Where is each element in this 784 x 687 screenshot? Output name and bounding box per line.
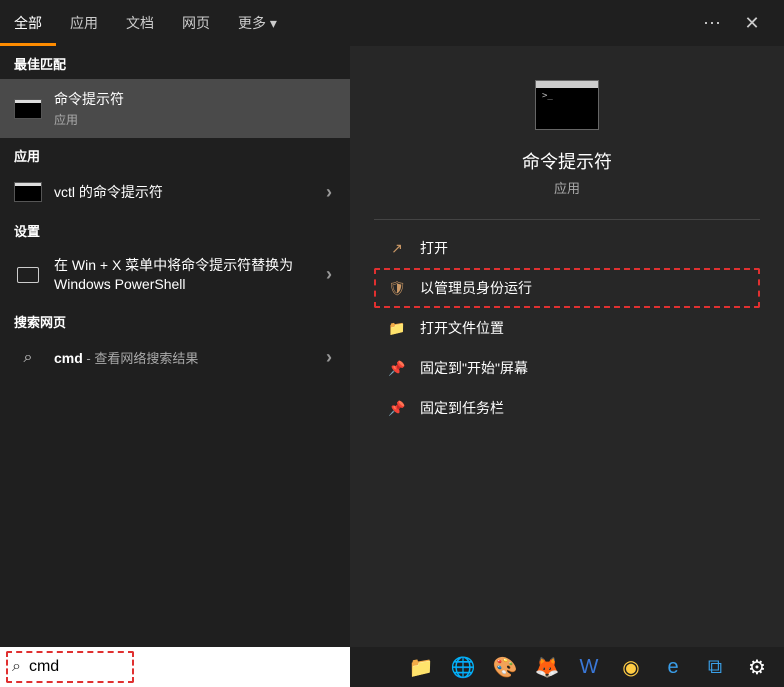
chrome-icon[interactable]: ◉ (614, 650, 648, 684)
action-label: 以管理员身份运行 (420, 278, 532, 298)
tab-documents[interactable]: 文档 (112, 1, 168, 46)
settings-icon[interactable]: ⚙ (740, 650, 774, 684)
file-explorer-icon[interactable]: 📁 (404, 650, 438, 684)
result-title: cmd - 查看网络搜索结果 (54, 348, 336, 367)
result-title: 在 Win + X 菜单中将命令提示符替换为 Windows PowerShel… (54, 256, 336, 294)
result-setting-winx[interactable]: 在 Win + X 菜单中将命令提示符替换为 Windows PowerShel… (0, 246, 350, 304)
action-open[interactable]: ↗ 打开 (374, 228, 760, 268)
close-button[interactable]: ✕ (732, 3, 772, 43)
result-app-vctl[interactable]: vctl 的命令提示符 › (0, 171, 350, 213)
divider (374, 219, 760, 220)
more-options-button[interactable]: ⋯ (692, 3, 732, 43)
setting-icon (14, 264, 42, 286)
section-web: 搜索网页 (0, 304, 350, 337)
result-title: 命令提示符 (54, 89, 336, 109)
taskbar: 📁🌐🎨🦊W◉e⧉⚙ (350, 647, 784, 687)
result-subtitle: 应用 (54, 111, 336, 128)
results-pane: 最佳匹配 命令提示符 应用 应用 vctl 的命令提示符 › 设置 在 Win … (0, 46, 350, 647)
action-list: ↗ 打开 🛡 以管理员身份运行 📁 打开文件位置 📌 固定到"开始"屏幕 📌 固… (374, 228, 760, 428)
paint-icon[interactable]: 🎨 (488, 650, 522, 684)
app-large-icon (535, 80, 599, 130)
chevron-right-icon: › (326, 182, 332, 203)
result-web-cmd[interactable]: ⌕ cmd - 查看网络搜索结果 › (0, 337, 350, 379)
result-best-match[interactable]: 命令提示符 应用 (0, 79, 350, 138)
search-input[interactable] (29, 658, 338, 676)
ie-icon[interactable]: e (656, 650, 690, 684)
search-icon: ⌕ (14, 347, 42, 369)
action-pin-taskbar[interactable]: 📌 固定到任务栏 (374, 388, 760, 428)
firefox-icon[interactable]: 🦊 (530, 650, 564, 684)
header-bar: 全部 应用 文档 网页 更多 ▾ ⋯ ✕ (0, 0, 784, 46)
action-open-location[interactable]: 📁 打开文件位置 (374, 308, 760, 348)
action-label: 打开 (420, 238, 448, 258)
detail-subtitle: 应用 (554, 178, 580, 197)
open-icon: ↗ (388, 240, 406, 257)
search-box[interactable]: ⌕ (0, 647, 350, 687)
pin-icon: 📌 (388, 400, 406, 417)
vscode-icon[interactable]: ⧉ (698, 650, 732, 684)
result-title: vctl 的命令提示符 (54, 182, 336, 202)
action-label: 固定到"开始"屏幕 (420, 358, 528, 378)
section-best-match: 最佳匹配 (0, 46, 350, 79)
action-label: 打开文件位置 (420, 318, 504, 338)
shield-icon: 🛡 (388, 280, 406, 297)
wps-icon[interactable]: W (572, 650, 606, 684)
tab-all[interactable]: 全部 (0, 1, 56, 46)
section-apps: 应用 (0, 138, 350, 171)
tab-web[interactable]: 网页 (168, 1, 224, 46)
pin-icon: 📌 (388, 360, 406, 377)
search-icon: ⌕ (12, 658, 21, 676)
folder-icon: 📁 (388, 320, 406, 337)
filter-tabs: 全部 应用 文档 网页 更多 ▾ (0, 1, 291, 46)
section-settings: 设置 (0, 213, 350, 246)
chevron-right-icon: › (326, 347, 332, 368)
action-pin-start[interactable]: 📌 固定到"开始"屏幕 (374, 348, 760, 388)
edge-icon[interactable]: 🌐 (446, 650, 480, 684)
bottom-bar: ⌕ 📁🌐🎨🦊W◉e⧉⚙ (0, 647, 784, 687)
cmd-icon (14, 98, 42, 120)
tab-more[interactable]: 更多 ▾ (224, 1, 291, 46)
detail-pane: 命令提示符 应用 ↗ 打开 🛡 以管理员身份运行 📁 打开文件位置 📌 固定到"… (350, 46, 784, 647)
cmd-icon (14, 181, 42, 203)
detail-title: 命令提示符 (522, 148, 612, 174)
action-label: 固定到任务栏 (420, 398, 504, 418)
action-run-as-admin[interactable]: 🛡 以管理员身份运行 (374, 268, 760, 308)
chevron-right-icon: › (326, 264, 332, 285)
chevron-down-icon: ▾ (270, 15, 277, 31)
tab-apps[interactable]: 应用 (56, 1, 112, 46)
